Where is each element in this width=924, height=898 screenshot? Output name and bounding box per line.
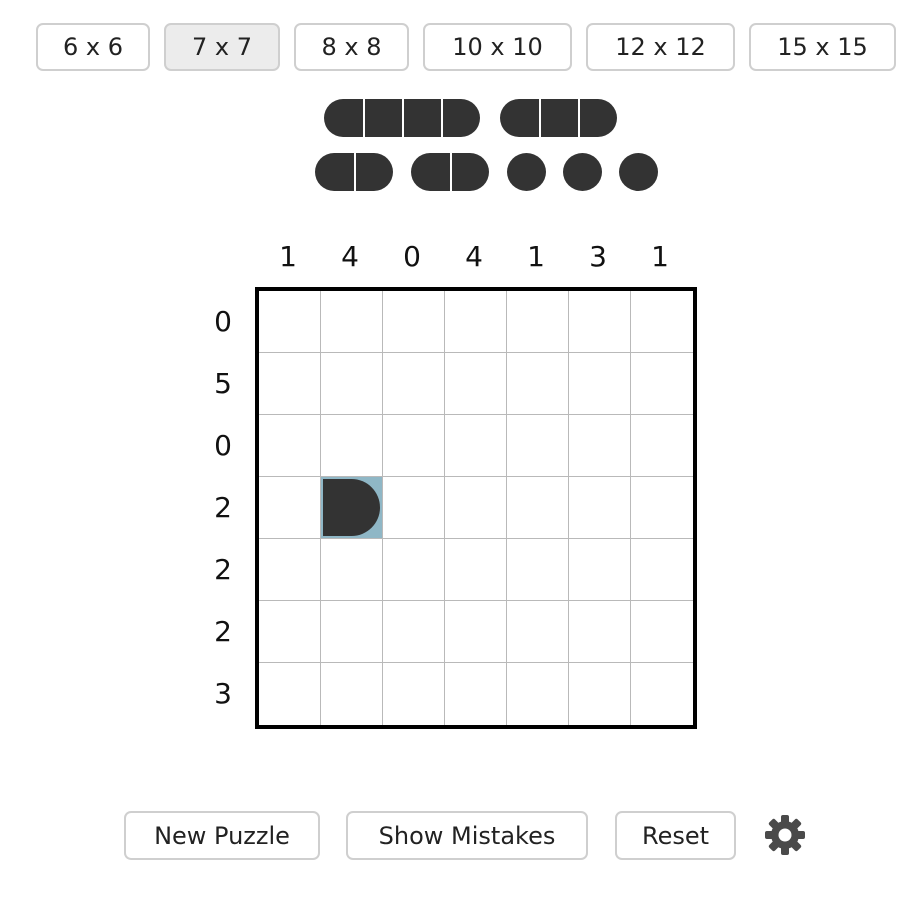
grid-cell[interactable] (383, 291, 445, 353)
grid-cell[interactable] (321, 477, 383, 539)
fleet-ship-battleship (324, 99, 480, 137)
size-button-7x7[interactable]: 7 x 7 (164, 23, 280, 71)
grid-cell[interactable] (445, 539, 507, 601)
grid-cell[interactable] (383, 539, 445, 601)
grid-cell[interactable] (321, 663, 383, 725)
column-clue: 3 (589, 240, 607, 273)
row-clue: 2 (214, 491, 232, 524)
fleet-ship-cruiser (500, 99, 617, 137)
grid-cell[interactable] (569, 601, 631, 663)
size-button-10x10[interactable]: 10 x 10 (423, 23, 572, 71)
grid-cell[interactable] (507, 415, 569, 477)
grid-cell[interactable] (631, 663, 693, 725)
row-clue: 2 (214, 553, 232, 586)
column-clue: 1 (527, 240, 545, 273)
size-button-12x12[interactable]: 12 x 12 (586, 23, 735, 71)
grid-cell[interactable] (569, 477, 631, 539)
grid-cell[interactable] (569, 415, 631, 477)
grid-cell[interactable] (321, 415, 383, 477)
grid-cell[interactable] (259, 601, 321, 663)
grid-cell[interactable] (259, 291, 321, 353)
grid-cell[interactable] (507, 601, 569, 663)
fleet-ship-submarine (507, 153, 546, 191)
grid-cell[interactable] (383, 353, 445, 415)
ship-segment (500, 99, 539, 137)
grid-cell[interactable] (631, 601, 693, 663)
column-clue: 4 (465, 240, 483, 273)
grid-cell[interactable] (631, 415, 693, 477)
size-button-15x15[interactable]: 15 x 15 (749, 23, 896, 71)
column-clue: 0 (403, 240, 421, 273)
grid-cell[interactable] (259, 663, 321, 725)
grid-cell[interactable] (631, 353, 693, 415)
grid-cell[interactable] (569, 539, 631, 601)
grid-cell[interactable] (631, 539, 693, 601)
grid-cell[interactable] (383, 601, 445, 663)
grid-cell[interactable] (383, 663, 445, 725)
ship-segment (619, 153, 658, 191)
grid-cell[interactable] (631, 291, 693, 353)
ship-segment (402, 99, 441, 137)
grid-cell[interactable] (259, 477, 321, 539)
grid-cell[interactable] (569, 353, 631, 415)
row-clue: 2 (214, 615, 232, 648)
grid-cell[interactable] (507, 353, 569, 415)
column-clue: 1 (279, 240, 297, 273)
ship-segment (450, 153, 489, 191)
grid-cell[interactable] (321, 291, 383, 353)
ship-end-piece (323, 479, 380, 536)
fleet-ship-submarine (619, 153, 658, 191)
grid-cell[interactable] (321, 353, 383, 415)
show-mistakes-button[interactable]: Show Mistakes (346, 811, 588, 860)
ship-segment (324, 99, 363, 137)
grid-cell[interactable] (445, 291, 507, 353)
reset-button[interactable]: Reset (615, 811, 736, 860)
fleet-ship-submarine (563, 153, 602, 191)
grid-cell[interactable] (445, 601, 507, 663)
grid-cell[interactable] (569, 291, 631, 353)
fleet-ship-destroyer (411, 153, 489, 191)
grid-cell[interactable] (383, 415, 445, 477)
ship-segment (539, 99, 578, 137)
grid-cell[interactable] (631, 477, 693, 539)
row-clue: 5 (214, 367, 232, 400)
row-clue: 0 (214, 305, 232, 338)
ship-segment (578, 99, 617, 137)
new-puzzle-button[interactable]: New Puzzle (124, 811, 320, 860)
row-clue: 0 (214, 429, 232, 462)
column-clue: 1 (651, 240, 669, 273)
grid-cell[interactable] (259, 415, 321, 477)
ship-segment (563, 153, 602, 191)
grid-cell[interactable] (259, 353, 321, 415)
ship-segment (411, 153, 450, 191)
ship-segment (354, 153, 393, 191)
grid-cell[interactable] (507, 663, 569, 725)
grid-cell[interactable] (445, 477, 507, 539)
size-button-6x6[interactable]: 6 x 6 (36, 23, 150, 71)
ship-segment (441, 99, 480, 137)
grid-cell[interactable] (259, 539, 321, 601)
column-clue: 4 (341, 240, 359, 273)
gear-icon[interactable] (762, 812, 808, 858)
grid-cell[interactable] (445, 663, 507, 725)
size-button-8x8[interactable]: 8 x 8 (294, 23, 409, 71)
grid-cell[interactable] (321, 539, 383, 601)
ship-segment (315, 153, 354, 191)
grid-cell[interactable] (507, 291, 569, 353)
ship-segment (507, 153, 546, 191)
grid-cell[interactable] (569, 663, 631, 725)
grid-cell[interactable] (507, 477, 569, 539)
game-grid (255, 287, 697, 729)
grid-cell[interactable] (507, 539, 569, 601)
fleet-ship-destroyer (315, 153, 393, 191)
grid-cell[interactable] (383, 477, 445, 539)
ship-segment (363, 99, 402, 137)
grid-cell[interactable] (321, 601, 383, 663)
grid-cell[interactable] (445, 415, 507, 477)
grid-cell[interactable] (445, 353, 507, 415)
row-clue: 3 (214, 677, 232, 710)
